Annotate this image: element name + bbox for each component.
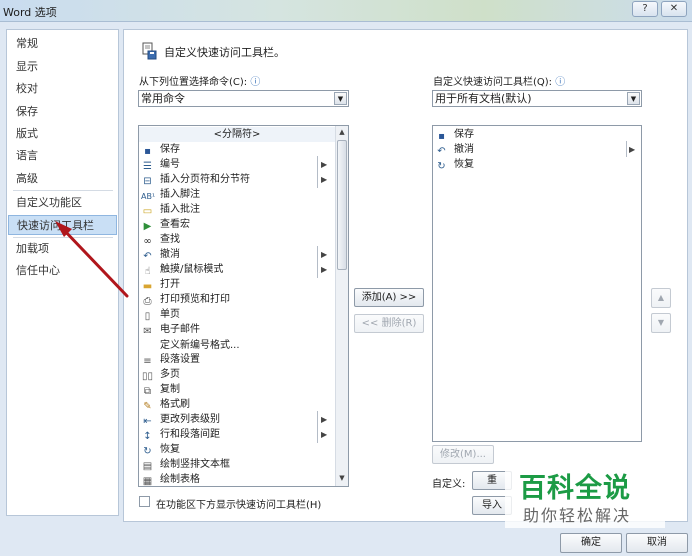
page-heading: 自定义快速访问工具栏。 xyxy=(164,46,285,59)
list-item[interactable]: ▪ 保存 xyxy=(435,127,474,142)
quick-access-panel: 自定义快速访问工具栏。 从下列位置选择命令(C): ⓘ 常用命令 ▼ 自定义快速… xyxy=(123,29,688,522)
help-button[interactable]: ? xyxy=(632,1,658,17)
choose-commands-dropdown[interactable]: 常用命令 ▼ xyxy=(138,90,349,107)
scroll-up-icon[interactable]: ▲ xyxy=(336,126,348,138)
scroll-thumb[interactable] xyxy=(337,140,347,270)
sidebar-item-proofing[interactable]: 校对 xyxy=(8,79,117,99)
list-item[interactable]: ↻ 恢复 xyxy=(435,157,474,172)
sidebar-item-general[interactable]: 常规 xyxy=(8,34,117,54)
choose-commands-label: 从下列位置选择命令(C): ⓘ xyxy=(139,77,261,88)
redo-icon: ↻ xyxy=(437,161,446,172)
sidebar-divider xyxy=(13,190,113,191)
quick-access-items-list[interactable]: ▪ 保存 ↶ 撤消 ▶ ↻ 恢复 xyxy=(432,125,642,442)
sidebar-item-addins[interactable]: 加载项 xyxy=(8,239,117,259)
list-item[interactable]: ▭ 插入批注 xyxy=(141,202,200,217)
info-icon: ⓘ xyxy=(247,77,261,88)
options-sidebar: 常规 显示 校对 保存 版式 语言 高级 自定义功能区 快速访问工具栏 加载项 … xyxy=(6,29,119,516)
list-item[interactable]: ▪ 保存 xyxy=(141,142,180,157)
modify-button[interactable]: 修改(M)... xyxy=(432,445,494,464)
move-up-icon[interactable]: ▲ xyxy=(651,288,671,308)
submenu-divider xyxy=(317,246,318,278)
list-item[interactable]: ▶ 查看宏 xyxy=(141,217,190,232)
title-bar: Word 选项 ? ✕ xyxy=(0,0,692,22)
submenu-arrow-icon: ▶ xyxy=(321,175,328,184)
move-down-icon[interactable]: ▼ xyxy=(651,313,671,333)
sidebar-item-display[interactable]: 显示 xyxy=(8,57,117,77)
chevron-down-icon: ▼ xyxy=(627,92,640,105)
commands-scrollbar[interactable]: ▲ ▼ xyxy=(335,126,348,486)
submenu-divider xyxy=(317,411,318,443)
window-title: Word 选项 xyxy=(3,6,57,19)
list-item[interactable]: ↻ 恢复 xyxy=(141,442,180,457)
submenu-arrow-icon: ▶ xyxy=(321,415,328,424)
list-item[interactable]: ▯ 单页 xyxy=(141,307,180,322)
submenu-divider xyxy=(626,141,627,157)
customize-scope-value: 用于所有文档(默认) xyxy=(435,92,532,105)
watermark-subtitle: 助你轻松解决 xyxy=(523,506,632,525)
sidebar-item-customize-ribbon[interactable]: 自定义功能区 xyxy=(8,193,117,213)
scroll-down-icon[interactable]: ▼ xyxy=(336,472,348,484)
submenu-arrow-icon: ▶ xyxy=(629,145,636,154)
list-item[interactable]: ⊟ 插入分页符和分节符 ▶ xyxy=(141,172,337,187)
quick-access-toolbar-icon xyxy=(140,42,158,60)
chevron-down-icon: ▼ xyxy=(334,92,347,105)
add-button[interactable]: 添加(A) >> xyxy=(354,288,424,307)
list-item[interactable]: <分隔符> xyxy=(139,127,335,142)
list-item[interactable]: ▯▯ 多页 xyxy=(141,367,180,382)
ok-button[interactable]: 确定 xyxy=(560,533,622,553)
available-commands-list[interactable]: <分隔符> ▪ 保存 ☰ 编号 ▶ ⊟ 插入分页符和分节符 ▶ AB¹ 插入脚注 ▭ 插入批注… xyxy=(138,125,349,487)
sidebar-divider xyxy=(13,237,113,238)
customize-toolbar-label: 自定义快速访问工具栏(Q): ⓘ xyxy=(433,77,566,88)
customize-label: 自定义: xyxy=(432,479,466,490)
customize-scope-dropdown[interactable]: 用于所有文档(默认) ▼ xyxy=(432,90,642,107)
list-item[interactable]: ⇤ 更改列表级别 ▶ xyxy=(141,412,337,427)
list-item[interactable]: ∞ 查找 xyxy=(141,232,180,247)
watermark-title: 百科全说 xyxy=(519,473,631,504)
sidebar-item-advanced[interactable]: 高级 xyxy=(8,169,117,189)
choose-commands-value: 常用命令 xyxy=(141,92,185,105)
sidebar-item-quick-access-toolbar[interactable]: 快速访问工具栏 xyxy=(8,215,117,235)
submenu-divider xyxy=(317,156,318,188)
submenu-arrow-icon: ▶ xyxy=(321,265,328,274)
remove-button[interactable]: << 删除(R) xyxy=(354,314,424,333)
list-item[interactable]: ☰ 编号 ▶ xyxy=(141,157,337,172)
blank-icon xyxy=(141,337,154,350)
list-item[interactable]: ▦ 绘制表格 xyxy=(141,472,200,487)
list-item[interactable]: ☝ 触摸/鼠标模式 ▶ xyxy=(141,262,337,277)
list-item[interactable]: AB¹ 插入脚注 xyxy=(141,187,200,202)
cancel-button[interactable]: 取消 xyxy=(626,533,688,553)
sidebar-item-save[interactable]: 保存 xyxy=(8,102,117,122)
submenu-arrow-icon: ▶ xyxy=(321,160,328,169)
list-item[interactable]: ✎ 格式刷 xyxy=(141,397,190,412)
list-item[interactable]: ↶ 撤消 ▶ xyxy=(435,142,639,157)
show-below-ribbon-label: 在功能区下方显示快速访问工具栏(H) xyxy=(156,500,322,511)
info-icon: ⓘ xyxy=(552,77,566,88)
list-item[interactable]: ⧉ 复制 xyxy=(141,382,180,397)
sidebar-item-layout[interactable]: 版式 xyxy=(8,124,117,144)
submenu-arrow-icon: ▶ xyxy=(321,430,328,439)
sidebar-item-language[interactable]: 语言 xyxy=(8,146,117,166)
list-item[interactable]: 定义新编号格式... xyxy=(141,337,240,352)
draw-table-icon: ▦ xyxy=(142,476,153,487)
list-item[interactable]: ▤ 绘制竖排文本框 xyxy=(141,457,230,472)
close-button[interactable]: ✕ xyxy=(661,1,687,17)
watermark: 百科全说 助你轻松解决 xyxy=(505,462,665,528)
list-item[interactable]: ≡ 段落设置 xyxy=(141,352,200,367)
list-item[interactable]: ↕ 行和段落间距 ▶ xyxy=(141,427,337,442)
list-item[interactable]: ✉ 电子邮件 xyxy=(141,322,200,337)
sidebar-item-trust-center[interactable]: 信任中心 xyxy=(8,261,117,281)
submenu-arrow-icon: ▶ xyxy=(321,250,328,259)
list-item[interactable]: ⎙ 打印预览和打印 xyxy=(141,292,231,307)
list-item[interactable]: ↶ 撤消 ▶ xyxy=(141,247,337,262)
list-item[interactable]: ▬ 打开 xyxy=(141,277,180,292)
show-below-ribbon-checkbox[interactable] xyxy=(139,496,150,507)
